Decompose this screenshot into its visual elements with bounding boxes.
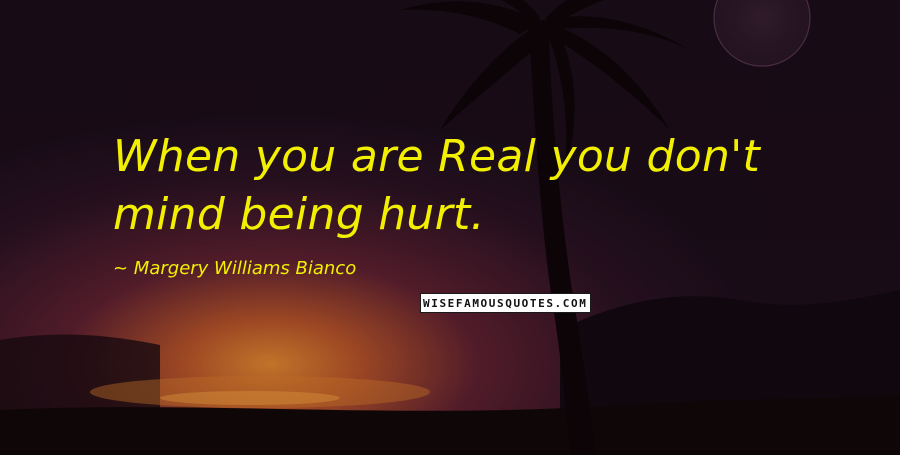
watermark-logo: WISEFAMOUSQUOTES.COM (420, 293, 592, 313)
quote-text: When you are Real you don't mind being h… (113, 131, 761, 240)
quote-image: When you are Real you don't mind being h… (0, 0, 900, 455)
quote-author: ~ Margery Williams Bianco (113, 258, 357, 279)
